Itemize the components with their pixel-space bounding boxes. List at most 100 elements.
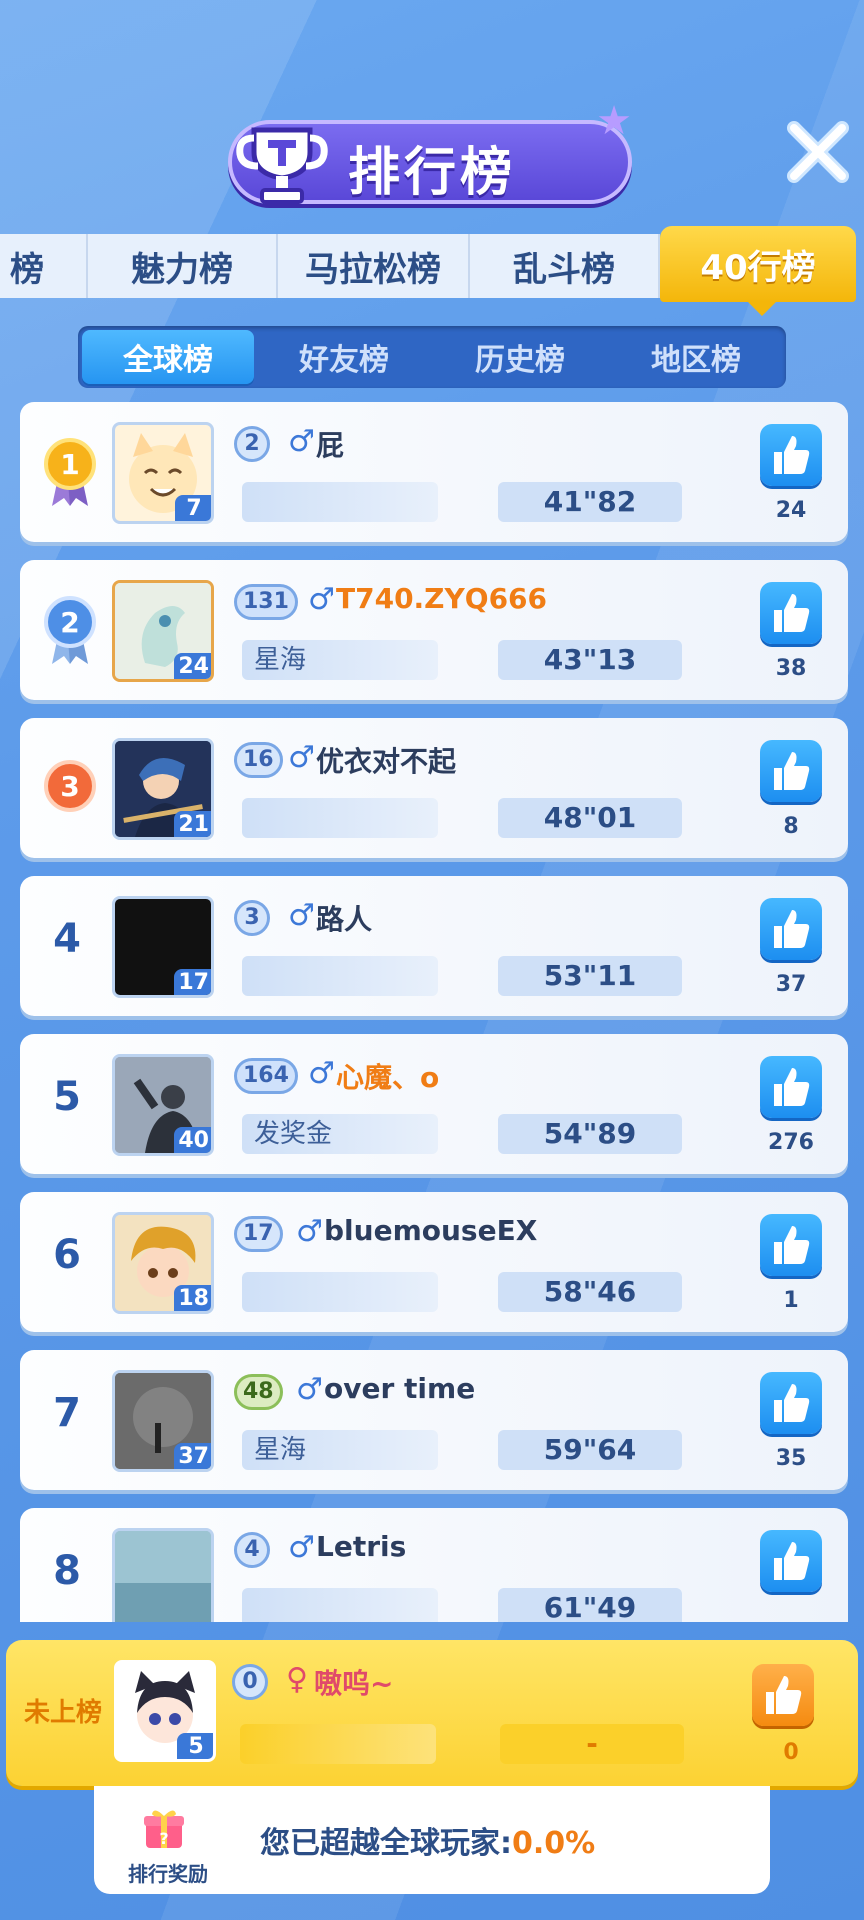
avatar[interactable]: 37 <box>112 1370 214 1472</box>
tab-marathon[interactable]: 马拉松榜 <box>278 234 470 298</box>
star-icon: ★ <box>596 98 632 144</box>
tab-charm[interactable]: 魅力榜 <box>88 234 278 298</box>
player-name[interactable]: 优衣对不起 <box>316 740 456 780</box>
male-icon: ♂ <box>296 1214 323 1249</box>
gold-medal-icon: 1 <box>44 438 96 506</box>
trophy-icon <box>236 127 328 204</box>
team-name <box>242 956 438 996</box>
rank-number: 5 <box>53 1074 81 1120</box>
leaderboard-list[interactable]: 1 7 2 ♂ 屁 41"82 24 2 24 131 ♂ T740.ZYQ66… <box>20 402 848 1622</box>
level-badge: 2 <box>234 426 270 462</box>
avatar-level: 24 <box>174 653 211 679</box>
team-name: 星海 <box>242 640 438 680</box>
like-count: 8 <box>783 814 799 839</box>
leaderboard-row[interactable]: 2 24 131 ♂ T740.ZYQ666 星海 43"13 38 <box>20 560 848 700</box>
level-badge: 131 <box>234 584 298 620</box>
record-time: 53"11 <box>498 956 682 996</box>
leaderboard-row[interactable]: 7 37 48 ♂ over time 星海 59"64 35 <box>20 1350 848 1490</box>
tab-pointer <box>748 302 776 316</box>
sub-tabs: 全球榜 好友榜 历史榜 地区榜 <box>78 326 786 388</box>
rank-number: 8 <box>53 1548 81 1594</box>
leaderboard-row[interactable]: 8 4 ♂ Letris 61"49 <box>20 1508 848 1622</box>
top-tabs: 榜 魅力榜 马拉松榜 乱斗榜 40行榜 <box>0 226 864 302</box>
level-badge: 16 <box>234 742 283 778</box>
rank-number: 4 <box>53 916 81 962</box>
player-name[interactable]: Letris <box>316 1530 406 1563</box>
leaderboard-row[interactable]: 4 17 3 ♂ 路人 53"11 37 <box>20 876 848 1016</box>
avatar[interactable]: 18 <box>112 1212 214 1314</box>
avatar[interactable]: 7 <box>112 422 214 524</box>
unranked-label: 未上榜 <box>24 1698 103 1728</box>
record-time: 41"82 <box>498 482 682 522</box>
record-time: 54"89 <box>498 1114 682 1154</box>
like-count: 38 <box>775 656 807 681</box>
female-icon: ♀ <box>286 1662 308 1697</box>
player-name[interactable]: 心魔、o <box>336 1056 439 1096</box>
subtab-friends[interactable]: 好友榜 <box>258 330 430 384</box>
self-rank-row[interactable]: 未上榜 5 0 ♀ 嗷呜~ - 0 <box>6 1640 858 1786</box>
tab-partial[interactable]: 榜 <box>0 234 88 298</box>
team-name <box>242 1588 438 1622</box>
avatar[interactable]: 40 <box>112 1054 214 1156</box>
player-name[interactable]: 屁 <box>316 424 344 464</box>
level-badge: 17 <box>234 1216 283 1252</box>
surpass-text: 您已超越全球玩家:0.0% <box>260 1818 595 1862</box>
rank-number: 7 <box>53 1390 81 1436</box>
avatar[interactable]: 24 <box>112 580 214 682</box>
like-icon[interactable] <box>760 1056 822 1118</box>
team-name: 星海 <box>242 1430 438 1470</box>
like-icon[interactable] <box>760 1530 822 1592</box>
player-name[interactable]: over time <box>324 1372 475 1405</box>
avatar[interactable] <box>112 1528 214 1622</box>
leaderboard-row[interactable]: 5 40 164 ♂ 心魔、o 发奖金 54"89 276 <box>20 1034 848 1174</box>
like-icon[interactable] <box>760 1214 822 1276</box>
avatar-level: 17 <box>174 969 211 995</box>
gift-icon[interactable]: ? <box>140 1804 188 1852</box>
subtab-global[interactable]: 全球榜 <box>82 330 254 384</box>
male-icon: ♂ <box>296 1372 323 1407</box>
sea-avatar-icon <box>115 1531 211 1622</box>
avatar[interactable]: 21 <box>112 738 214 840</box>
surpass-label: 您已超越全球玩家: <box>260 1826 512 1861</box>
avatar[interactable]: 5 <box>114 1660 216 1762</box>
leaderboard-row[interactable]: 3 21 16 ♂ 优衣对不起 48"01 8 <box>20 718 848 858</box>
player-name[interactable]: 嗷呜~ <box>314 1662 393 1702</box>
subtab-region[interactable]: 地区榜 <box>610 330 782 384</box>
like-icon[interactable] <box>760 424 822 486</box>
player-name[interactable]: T740.ZYQ666 <box>336 582 547 615</box>
like-count: 35 <box>775 1446 807 1471</box>
level-badge: 3 <box>234 900 270 936</box>
svg-text:?: ? <box>159 1829 168 1848</box>
like-count: 37 <box>775 972 807 997</box>
surpass-percent: 0.0% <box>512 1826 596 1861</box>
title-banner: 排行榜 ★ <box>228 98 632 204</box>
team-name: 发奖金 <box>242 1114 438 1154</box>
record-time: 61"49 <box>498 1588 682 1622</box>
like-icon[interactable] <box>752 1664 814 1726</box>
like-count: 24 <box>775 498 807 523</box>
record-time: 58"46 <box>498 1272 682 1312</box>
male-icon: ♂ <box>288 1530 315 1565</box>
avatar[interactable]: 17 <box>112 896 214 998</box>
leaderboard-row[interactable]: 6 18 17 ♂ bluemouseEX 58"46 1 <box>20 1192 848 1332</box>
team-name <box>242 1272 438 1312</box>
player-name[interactable]: bluemouseEX <box>324 1214 537 1247</box>
record-time: 43"13 <box>498 640 682 680</box>
player-name[interactable]: 路人 <box>316 898 372 938</box>
page-title: 排行榜 <box>348 143 517 203</box>
tab-brawl[interactable]: 乱斗榜 <box>470 234 660 298</box>
tab-40-lines[interactable]: 40行榜 <box>660 226 856 302</box>
close-icon[interactable] <box>782 116 854 188</box>
subtab-history[interactable]: 历史榜 <box>434 330 606 384</box>
leaderboard-row[interactable]: 1 7 2 ♂ 屁 41"82 24 <box>20 402 848 542</box>
like-icon[interactable] <box>760 1372 822 1434</box>
like-icon[interactable] <box>760 898 822 960</box>
reward-label[interactable]: 排行奖励 <box>128 1858 208 1887</box>
silver-medal-icon: 2 <box>44 596 96 664</box>
like-icon[interactable] <box>760 582 822 644</box>
avatar-level: 7 <box>175 495 211 521</box>
male-icon: ♂ <box>308 582 335 617</box>
svg-text:1: 1 <box>60 448 79 481</box>
avatar-level: 18 <box>174 1285 211 1311</box>
like-icon[interactable] <box>760 740 822 802</box>
